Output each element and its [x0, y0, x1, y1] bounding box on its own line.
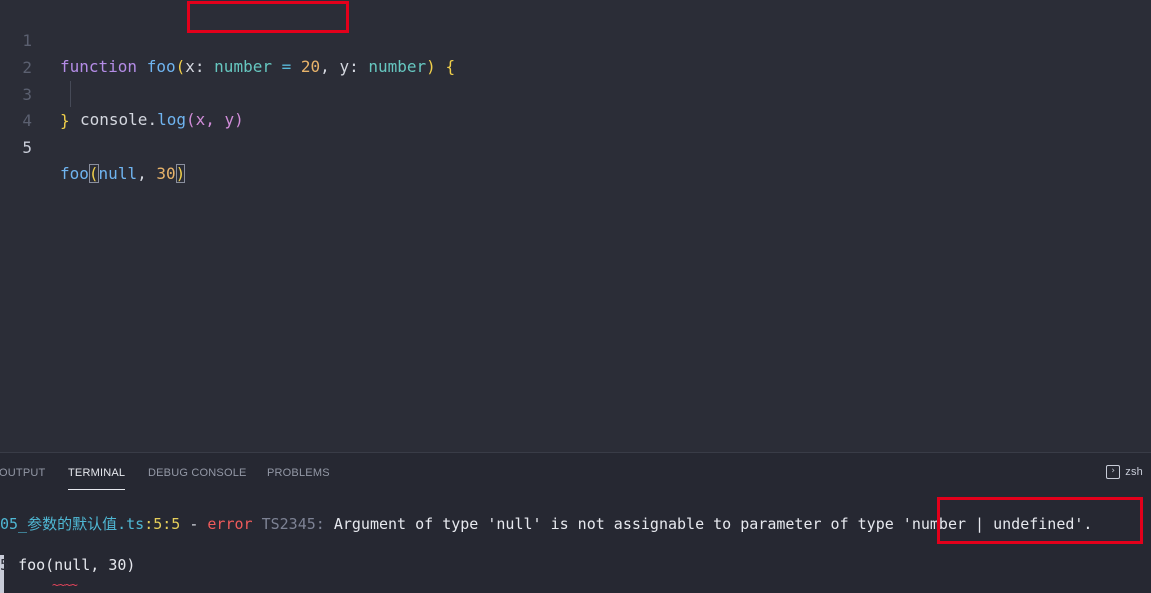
- shell-selector[interactable]: › zsh: [1106, 465, 1143, 479]
- code-line-3[interactable]: 3 }: [0, 56, 1151, 130]
- terminal-line-number: 5: [0, 556, 10, 574]
- line-number-active: 5: [22, 138, 32, 157]
- error-code: TS2345:: [261, 515, 325, 533]
- highlight-box-type: [937, 497, 1143, 544]
- tab-problems[interactable]: PROBLEMS: [267, 467, 330, 479]
- shell-label: zsh: [1125, 466, 1143, 478]
- error-file: 05_参数的默认值.ts: [0, 515, 145, 533]
- error-position: :5:5: [144, 515, 181, 533]
- tab-debug-console[interactable]: DEBUG CONSOLE: [148, 467, 247, 479]
- error-squiggle: ~~~~: [52, 578, 78, 592]
- tab-output[interactable]: OUTPUT: [0, 467, 45, 479]
- code-line-4[interactable]: 4: [0, 82, 1151, 130]
- error-message: Argument of type 'null' is not assignabl…: [333, 515, 894, 533]
- error-label: error: [207, 515, 253, 533]
- code-text: foo(null, 30): [60, 164, 186, 183]
- tab-terminal[interactable]: TERMINAL: [68, 467, 126, 490]
- terminal-code-line: 5 foo(null, 30): [0, 556, 135, 574]
- terminal-shell-icon: ›: [1106, 465, 1121, 479]
- highlight-box-default-param: [187, 1, 349, 33]
- code-line-2[interactable]: 2 console.log(x, y): [0, 29, 1151, 129]
- code-line-1[interactable]: 1 function foo(x: number = 20, y: number…: [0, 2, 1151, 76]
- terminal-code: foo(null, 30): [18, 556, 136, 574]
- panel-tabs: OUTPUT TERMINAL DEBUG CONSOLE PROBLEMS ›…: [0, 453, 1151, 493]
- terminal-error-line: 05_参数的默认值.ts:5:5 - error TS2345: Argumen…: [0, 515, 1093, 533]
- code-line-5[interactable]: 5 foo(null, 30): [0, 109, 1151, 183]
- code-editor[interactable]: 1 function foo(x: number = 20, y: number…: [0, 0, 1151, 452]
